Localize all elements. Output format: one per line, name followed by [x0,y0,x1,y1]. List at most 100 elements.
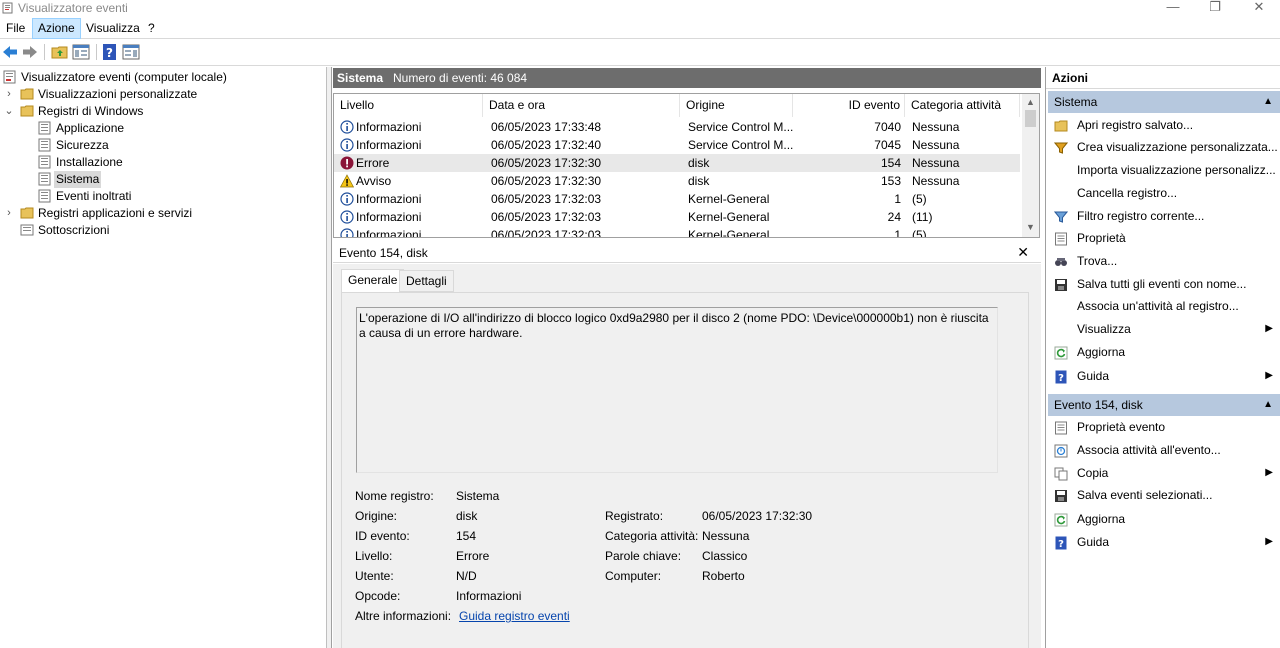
event-row[interactable]: Avviso 06/05/2023 17:32:30 disk 153 Nessuna [334,172,1020,190]
action-salva-tutti-gli-eventi-con-nome[interactable]: Salva tutti gli eventi con nome... [1048,273,1280,295]
action-trova[interactable]: Trova... [1048,250,1280,272]
tree-item-applicazione[interactable]: Applicazione [0,120,320,137]
value-keywords[interactable]: Classico [702,549,747,563]
action-label: Cancella registro... [1077,186,1178,200]
collapse-up-icon[interactable]: ▲ [1263,91,1273,113]
actions-section-sistema[interactable]: Sistema ▲ [1048,91,1280,113]
action-visualizza[interactable]: Visualizza ▶ [1048,318,1280,340]
column-header-data[interactable]: Data e ora [483,94,680,117]
event-date: 06/05/2023 17:32:40 [491,138,602,152]
action-crea-visualizzazione-personalizzata[interactable]: Crea visualizzazione personalizzata... [1048,136,1280,158]
tree-item-sicurezza[interactable]: Sicurezza [0,137,320,154]
event-action-associa-attività-all-evento[interactable]: Associa attività all'evento... [1048,439,1280,461]
actions-section-event[interactable]: Evento 154, disk ▲ [1048,394,1280,416]
task-icon [1054,443,1068,458]
event-category: Nessuna [912,174,960,188]
restore-button[interactable]: ❐ [1192,0,1238,17]
show-hide-tree-icon[interactable] [72,43,90,61]
show-hide-action-pane-icon[interactable] [122,43,140,61]
log-icon [38,121,51,135]
action-label: Associa attività all'evento... [1077,443,1221,457]
minimize-button[interactable]: — [1150,0,1196,17]
value-log-name[interactable]: Sistema [456,489,499,503]
value-task-category[interactable]: Nessuna [702,529,749,543]
action-importa-visualizzazione-personalizz[interactable]: Importa visualizzazione personalizz... [1048,159,1280,181]
event-action-copia[interactable]: Copia ▶ [1048,462,1280,484]
event-description[interactable]: L'operazione di I/O all'indirizzo di blo… [356,307,998,473]
tree-item-app-services[interactable]: › Registri applicazioni e servizi [0,205,320,222]
action-guida[interactable]: ? Guida ▶ [1048,365,1280,387]
tree-item-custom-views[interactable]: › Visualizzazioni personalizzate [0,86,320,103]
tree-item-installazione[interactable]: Installazione [0,154,320,171]
tree-item-eventi-inoltrati[interactable]: Eventi inoltrati [0,188,320,205]
event-log-help-link[interactable]: Guida registro eventi [459,609,570,623]
value-user[interactable]: N/D [456,569,477,583]
action-label: Filtro registro corrente... [1077,209,1205,223]
value-computer[interactable]: Roberto [702,569,745,583]
event-action-aggiorna[interactable]: Aggiorna [1048,508,1280,530]
tab-dettagli[interactable]: Dettagli [399,270,454,292]
scroll-down-icon[interactable]: ▼ [1026,222,1035,232]
tree-root[interactable]: Visualizzatore eventi (computer locale) [0,69,320,86]
pane-splitter[interactable] [327,67,332,648]
event-row[interactable]: Informazioni 06/05/2023 17:32:03 Kernel-Ge… [334,208,1020,226]
action-apri-registro-salvato[interactable]: Apri registro salvato... [1048,114,1280,136]
event-date: 06/05/2023 17:32:03 [491,192,602,206]
collapse-up-icon[interactable]: ▲ [1263,394,1273,416]
tab-generale[interactable]: Generale [341,269,405,293]
value-level[interactable]: Errore [456,549,489,563]
event-date: 06/05/2023 17:32:03 [491,210,602,224]
tree-item-label: Applicazione [56,121,125,135]
column-header-categoria[interactable]: Categoria attività [905,94,1020,117]
scroll-thumb[interactable] [1025,110,1036,127]
menu-azione[interactable]: Azione [32,18,81,39]
chevron-right-icon[interactable]: › [4,205,14,222]
event-row[interactable]: Informazioni 06/05/2023 17:32:03 Kernel-Ge… [334,190,1020,208]
column-header-origine[interactable]: Origine [680,94,793,117]
value-source[interactable]: disk [456,509,477,523]
action-label: Aggiorna [1077,512,1126,526]
event-row[interactable]: Errore 06/05/2023 17:32:30 disk 154 Nessuna [334,154,1020,172]
close-detail-button[interactable]: ✕ [1017,244,1029,261]
value-event-id[interactable]: 154 [456,529,476,543]
tree-item-subscriptions[interactable]: Sottoscrizioni [0,222,320,239]
event-list: Livello Data e ora Origine ID evento Cat… [333,93,1040,238]
action-label: Visualizza [1077,322,1131,336]
event-date: 06/05/2023 17:32:30 [491,156,602,170]
action-proprietà[interactable]: Proprietà [1048,227,1280,249]
label-level: Livello: [355,549,393,563]
menu-help[interactable]: ? [143,18,160,39]
chevron-right-icon[interactable]: › [4,86,14,103]
menu-visualizza[interactable]: Visualizza [81,18,145,39]
event-row[interactable]: Informazioni 06/05/2023 17:33:48 Service C… [334,118,1020,136]
value-opcode[interactable]: Informazioni [456,589,521,603]
help-icon: ? [1054,369,1068,384]
folder-up-icon[interactable] [51,43,69,61]
action-aggiorna[interactable]: Aggiorna [1048,341,1280,363]
close-window-button[interactable]: ✕ [1236,0,1280,17]
value-logged[interactable]: 06/05/2023 17:32:30 [702,509,812,523]
scroll-up-icon[interactable]: ▲ [1026,97,1035,107]
forward-arrow-icon[interactable] [21,43,39,61]
event-row[interactable]: Informazioni 06/05/2023 17:32:03 Kernel-Ge… [334,226,1020,237]
action-cancella-registro[interactable]: Cancella registro... [1048,182,1280,204]
event-action-guida[interactable]: ? Guida ▶ [1048,531,1280,553]
action-associa-un-attività-al-registro[interactable]: Associa un'attività al registro... [1048,295,1280,317]
action-label: Crea visualizzazione personalizzata... [1077,140,1278,154]
chevron-down-icon[interactable]: ⌄ [4,103,14,120]
tree-item-windows-logs[interactable]: ⌄ Registri di Windows [0,103,320,120]
event-action-salva-eventi-selezionati[interactable]: Salva eventi selezionati... [1048,484,1280,506]
event-row[interactable]: Informazioni 06/05/2023 17:32:40 Service C… [334,136,1020,154]
back-arrow-icon[interactable] [1,43,19,61]
list-scrollbar[interactable]: ▲ ▼ [1022,94,1039,237]
tree-item-sistema[interactable]: Sistema [0,171,320,188]
help-icon[interactable]: ? [101,43,119,61]
event-level: Informazioni [356,192,422,206]
column-header-id[interactable]: ID evento [793,94,905,117]
action-filtro-registro-corrente[interactable]: Filtro registro corrente... [1048,205,1280,227]
folder-icon [20,105,34,117]
column-header-livello[interactable]: Livello [334,94,483,117]
menu-file[interactable]: File [1,18,30,39]
event-viewer-icon [3,70,16,84]
event-action-proprietà-evento[interactable]: Proprietà evento [1048,416,1280,438]
